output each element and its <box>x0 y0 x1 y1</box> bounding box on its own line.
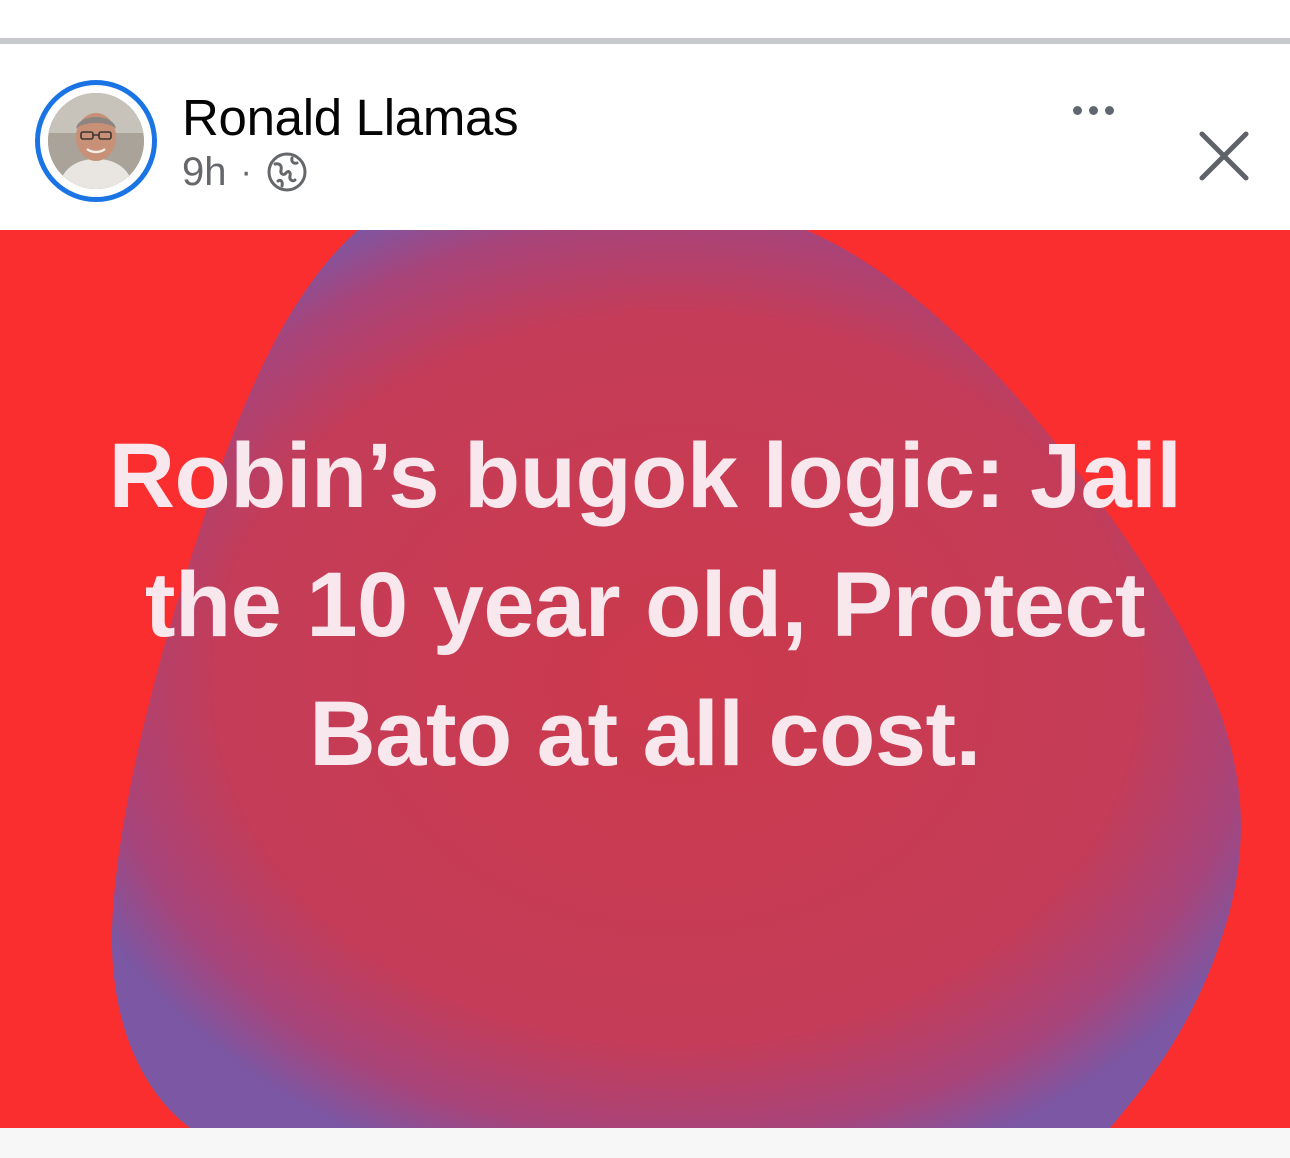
profile-photo <box>48 93 144 189</box>
post-footer-strip <box>0 1128 1290 1158</box>
globe-icon <box>267 152 307 192</box>
previous-content-strip <box>0 0 1290 40</box>
author-name[interactable]: Ronald Llamas <box>182 88 519 147</box>
post-header: Ronald Llamas 9h · <box>0 44 1290 230</box>
post-timestamp[interactable]: 9h <box>182 150 227 195</box>
meta-separator: · <box>240 152 252 191</box>
more-options-dot <box>1088 105 1098 115</box>
post-body-text: Robin’s bugok logic: Jail the 10 year ol… <box>108 425 1182 785</box>
post-meta: 9h · <box>182 148 308 196</box>
close-icon[interactable] <box>1194 126 1254 186</box>
author-avatar[interactable] <box>35 80 157 202</box>
post-view: Ronald Llamas 9h · Robin’s bugok logic: … <box>0 0 1290 1158</box>
more-options-button[interactable] <box>1060 88 1126 132</box>
avatar-photo <box>48 93 144 189</box>
more-options-icon <box>1072 105 1082 115</box>
more-options-dot <box>1104 105 1114 115</box>
